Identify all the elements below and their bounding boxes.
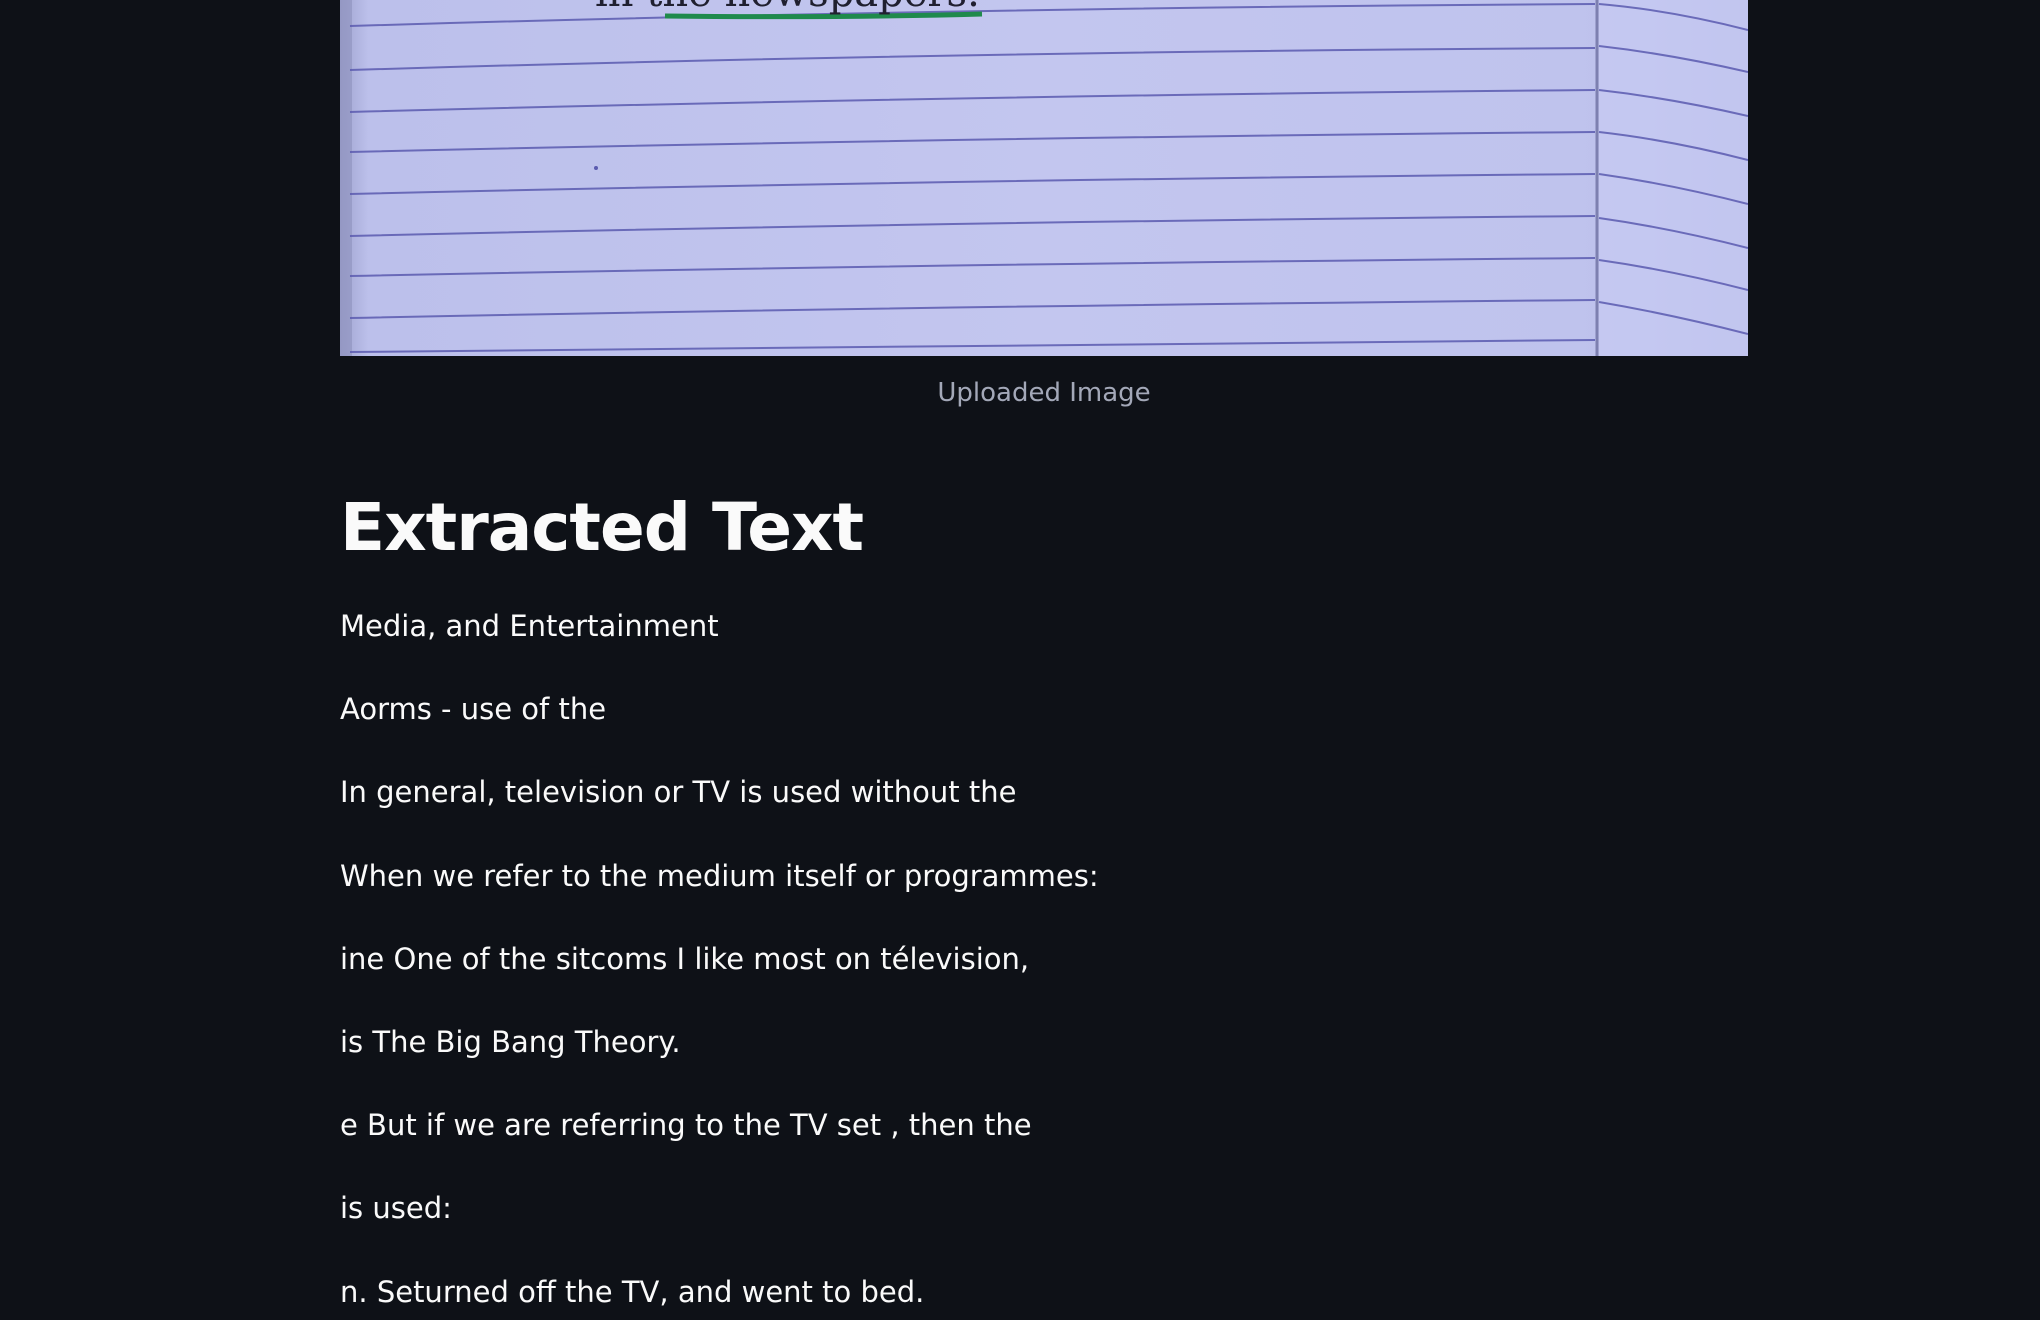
notebook-page-image: in the newspapers. [340, 0, 1748, 356]
extracted-line: ine One of the sitcoms I like most on té… [340, 942, 1030, 976]
image-caption: Uploaded Image [937, 378, 1151, 408]
extracted-line: Aorms - use of the [340, 692, 607, 726]
uploaded-image-figure: in the newspapers. Uploaded Image [340, 0, 1748, 408]
extracted-line: is The Big Bang Theory. [340, 1025, 681, 1059]
extracted-line: Media, and Entertainment [340, 609, 719, 643]
extracted-line: is used: [340, 1191, 452, 1225]
handwriting-text: in the newspapers. [595, 0, 980, 16]
extracted-line: n. Seturned off the TV, and went to bed. [340, 1275, 925, 1309]
extracted-text-heading: Extracted Text [340, 489, 864, 566]
uploaded-image: in the newspapers. [340, 0, 1748, 356]
extracted-line: When we refer to the medium itself or pr… [340, 859, 1099, 893]
extracted-line: In general, television or TV is used wit… [340, 775, 1017, 809]
app-main: in the newspapers. Uploaded Image Extrac… [0, 0, 2040, 1320]
extracted-line: e But if we are referring to the TV set … [340, 1108, 1032, 1142]
